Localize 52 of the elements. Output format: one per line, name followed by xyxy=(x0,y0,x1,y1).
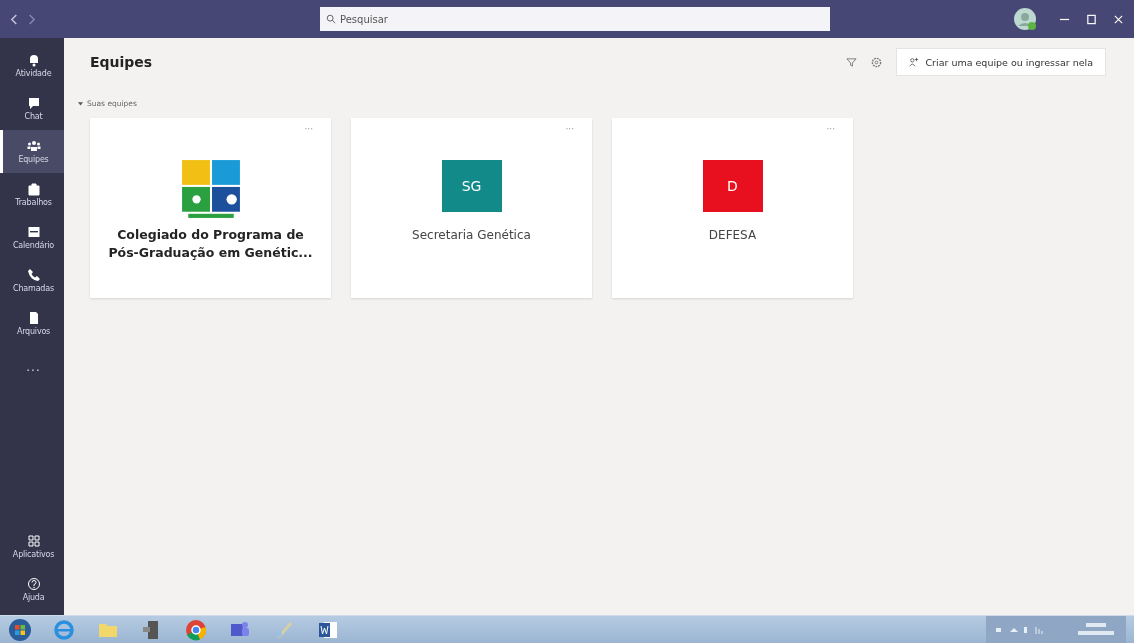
sidebar-label: Calendário xyxy=(12,241,55,250)
sidebar-label: Atividade xyxy=(15,69,52,78)
sidebar-item[interactable]: Chat xyxy=(0,87,64,130)
bag-icon xyxy=(26,182,41,196)
sidebar-item[interactable]: Trabalhos xyxy=(0,173,64,216)
start-button[interactable] xyxy=(8,617,32,642)
sidebar-item[interactable]: Chamadas xyxy=(0,259,64,302)
sidebar-label: Trabalhos xyxy=(15,198,52,207)
page-title: Equipes xyxy=(90,54,153,70)
sidebar-label: ... xyxy=(26,359,41,374)
create-team-button[interactable]: Criar uma equipe ou ingressar nela xyxy=(896,48,1106,76)
team-card[interactable]: ··· D DEFESA xyxy=(612,118,853,298)
sidebar-label: Chamadas xyxy=(13,284,54,293)
team-name: Secretaria Genética xyxy=(411,227,532,244)
phone-icon xyxy=(26,268,41,282)
team-name: Colegiado do Programa de Pós-Graduação em Genétic... xyxy=(107,226,314,262)
forward-icon[interactable] xyxy=(27,13,36,25)
maximize-icon[interactable] xyxy=(1086,13,1097,25)
search-field[interactable]: Pesquisar xyxy=(320,7,830,31)
people-add-icon xyxy=(909,57,920,67)
team-card[interactable]: ··· Colegiado do Programa de Pós-Graduação em Genétic... xyxy=(90,118,331,298)
logo-drawing xyxy=(179,158,242,220)
sidebar-item[interactable]: Ajuda xyxy=(0,568,64,611)
sidebar-item[interactable]: Atividade xyxy=(0,44,64,87)
caret-icon xyxy=(78,100,83,106)
team-card[interactable]: ··· SG Secretaria Genética xyxy=(351,118,592,298)
back-icon[interactable] xyxy=(10,13,19,25)
sidebar-item[interactable]: Equipes xyxy=(0,130,64,173)
chrome-icon[interactable] xyxy=(184,617,208,642)
search-icon xyxy=(326,14,336,24)
sidebar-label: Arquivos xyxy=(16,327,51,336)
team-name: DEFESA xyxy=(707,227,758,244)
team-avatar: D xyxy=(702,160,763,212)
sidebar-label: Aplicativos xyxy=(12,550,55,559)
sidebar-item[interactable]: Calendário xyxy=(0,216,64,259)
sidebar-label: Equipes xyxy=(18,155,49,164)
sidebar-label: Ajuda xyxy=(22,593,45,602)
people-icon xyxy=(26,139,41,153)
sidebar-item[interactable]: ... xyxy=(0,345,64,388)
apps-icon xyxy=(26,534,41,548)
chat-icon xyxy=(26,96,41,110)
sidebar-item[interactable]: Aplicativos xyxy=(0,525,64,568)
calendar-icon xyxy=(26,225,41,239)
close-icon[interactable] xyxy=(1113,13,1124,25)
sidebar-item[interactable]: Arquivos xyxy=(0,302,64,345)
browser-icon[interactable] xyxy=(52,617,76,642)
avatar[interactable] xyxy=(1013,7,1037,31)
settings-icon[interactable] xyxy=(871,56,883,68)
sidebar-label: Chat xyxy=(24,112,43,121)
filter-icon[interactable] xyxy=(846,56,858,68)
team-avatar: SG xyxy=(441,160,502,212)
help-icon xyxy=(26,577,41,591)
